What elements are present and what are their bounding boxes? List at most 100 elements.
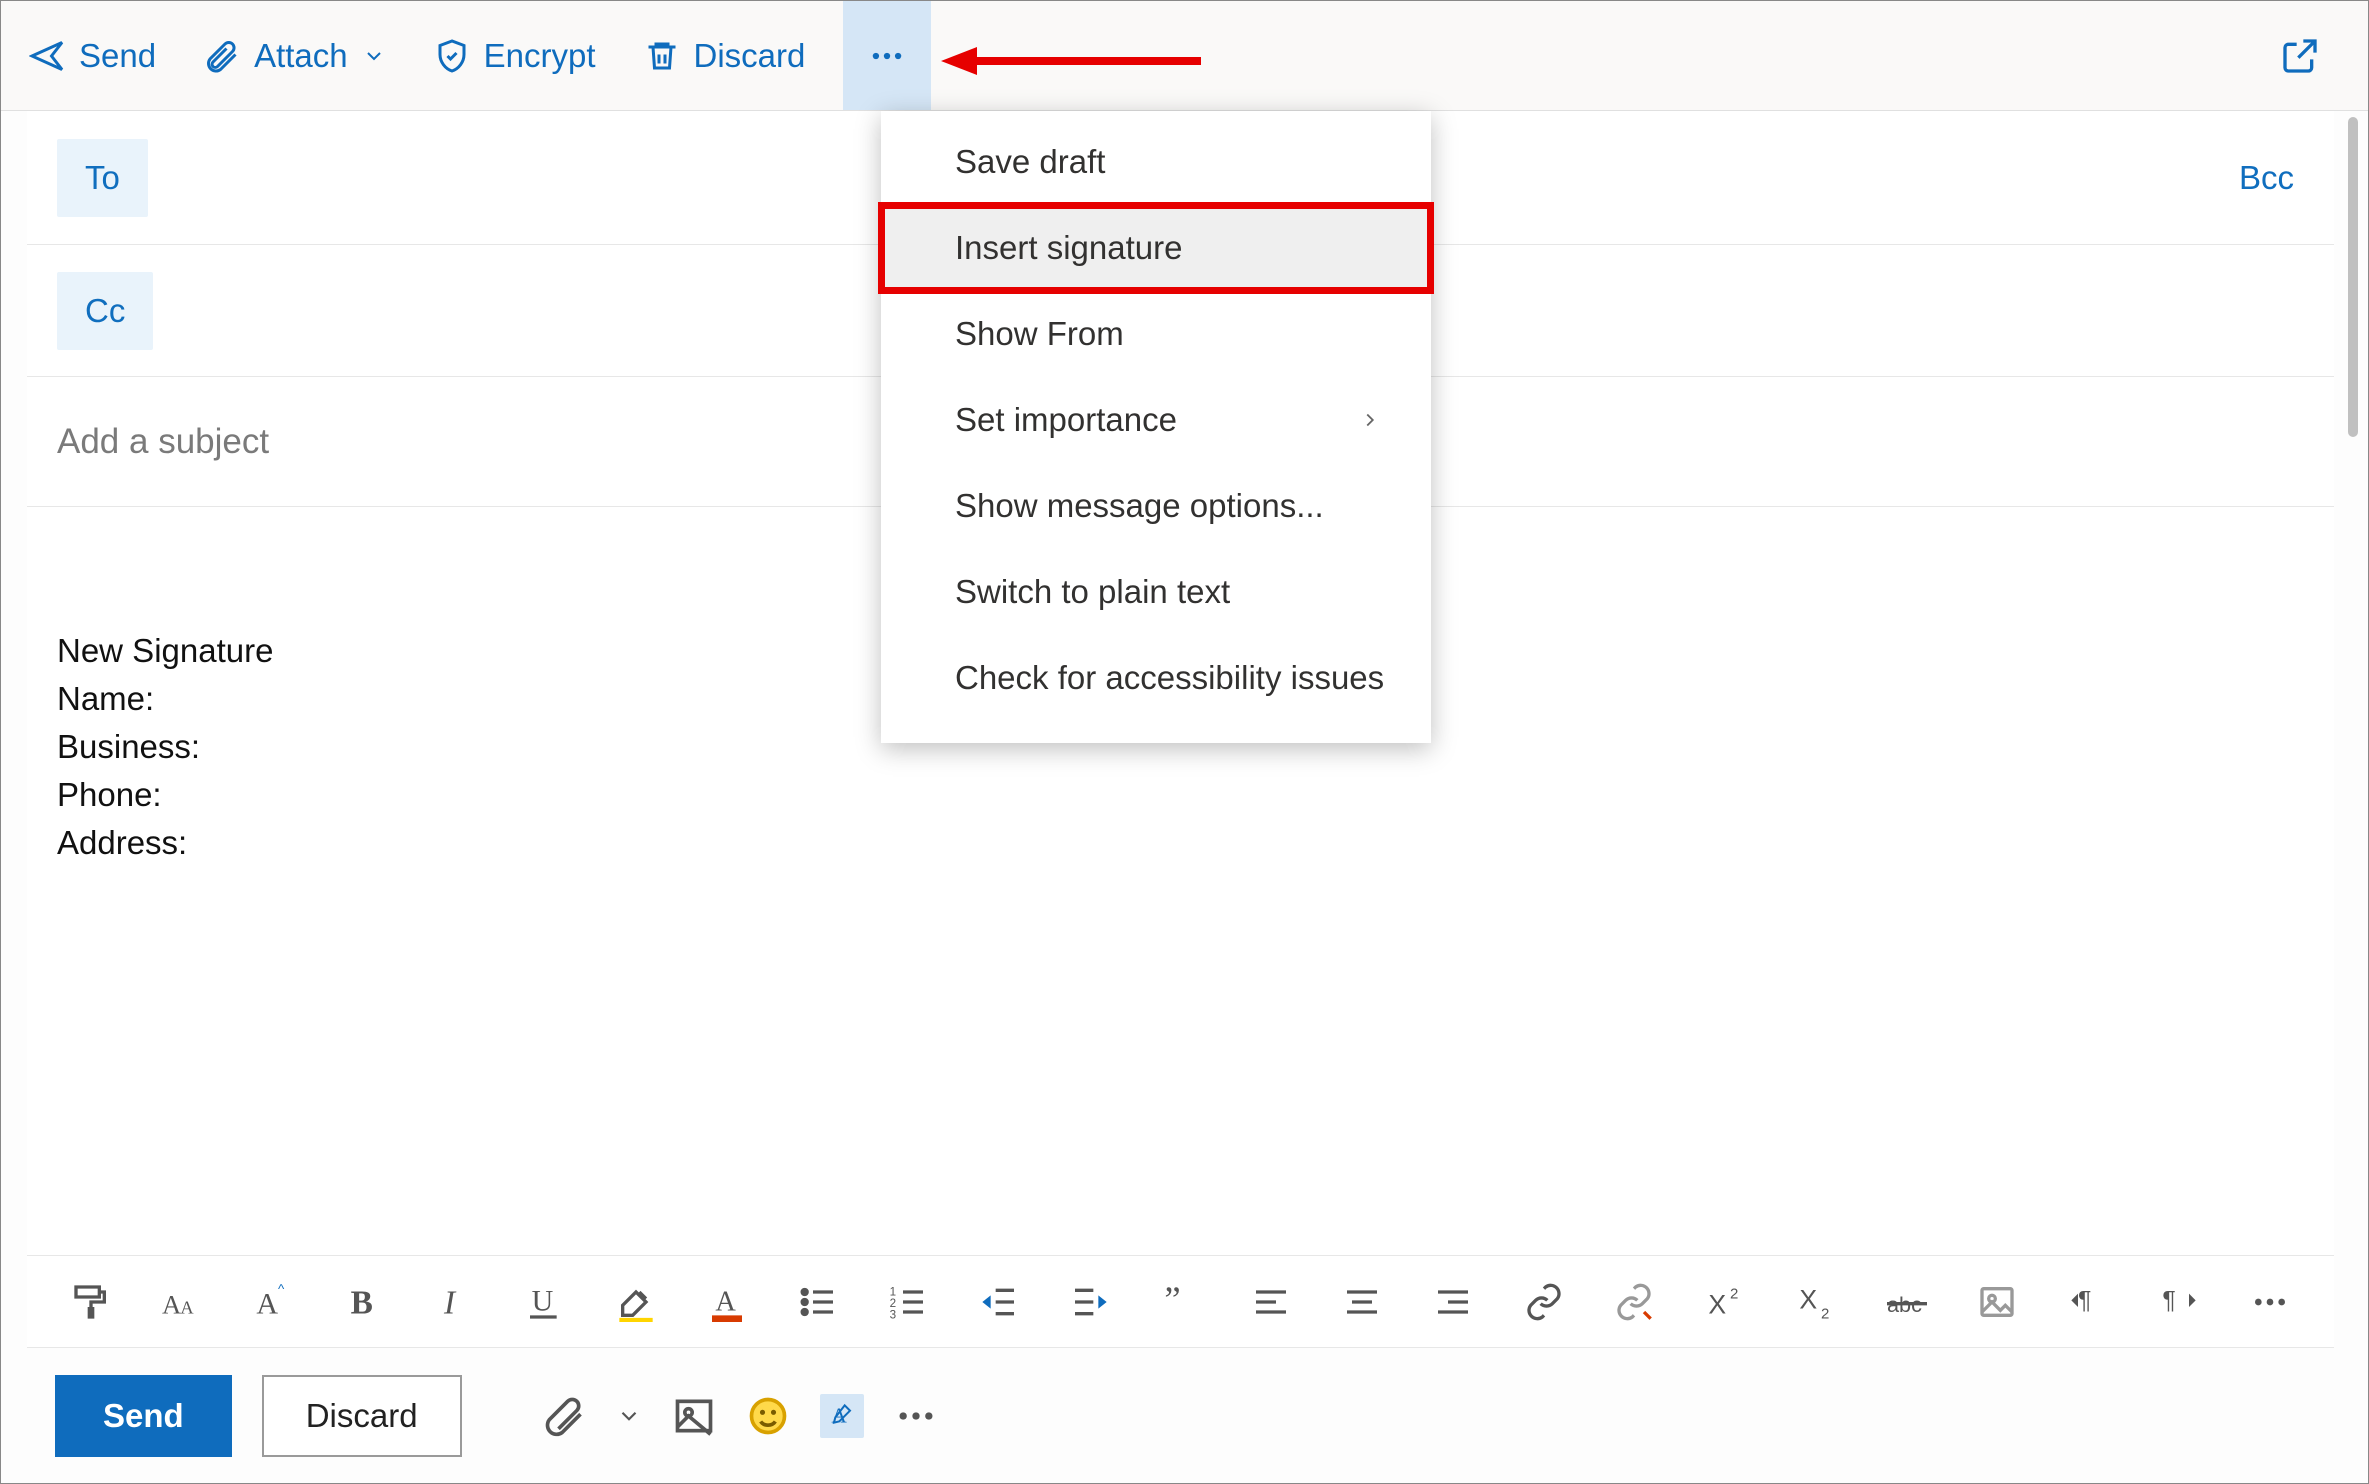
insert-image-button[interactable] [672, 1394, 716, 1438]
ltr-button[interactable]: ¶ [2068, 1279, 2109, 1325]
chevron-right-icon [1359, 409, 1381, 431]
menu-label: Check for accessibility issues [955, 659, 1384, 697]
align-center-button[interactable] [1342, 1279, 1383, 1325]
outdent-button[interactable] [979, 1279, 1020, 1325]
attach-button[interactable]: Attach [194, 1, 396, 110]
svg-text:”: ” [1164, 1282, 1180, 1320]
compose-window: Send Attach Encrypt Discard To Bc [0, 0, 2369, 1484]
toggle-format-bar-button[interactable]: A [820, 1394, 864, 1438]
ellipsis-icon [2250, 1282, 2290, 1322]
unlink-button[interactable] [1614, 1279, 1655, 1325]
svg-text:A: A [180, 1297, 194, 1317]
strikethrough-button[interactable]: abc [1886, 1279, 1927, 1325]
font-color-button[interactable]: A [706, 1279, 747, 1325]
svg-text:B: B [350, 1284, 372, 1321]
picture-icon [672, 1394, 716, 1438]
svg-text:U: U [532, 1284, 554, 1317]
indent-icon [1070, 1282, 1110, 1322]
italic-button[interactable]: I [434, 1279, 475, 1325]
bottom-more-button[interactable] [894, 1394, 938, 1438]
font-size-icon: A^ [253, 1282, 293, 1322]
superscript-icon: X2 [1705, 1282, 1745, 1322]
svg-text:2: 2 [1730, 1285, 1738, 1302]
indent-button[interactable] [1069, 1279, 1110, 1325]
italic-icon: I [434, 1282, 474, 1322]
underline-icon: U [525, 1282, 565, 1322]
strikethrough-icon: abc [1887, 1282, 1927, 1322]
font-icon: AA [162, 1282, 202, 1322]
svg-text:¶: ¶ [2078, 1286, 2091, 1314]
menu-show-options[interactable]: Show message options... [881, 463, 1431, 549]
bold-button[interactable]: B [343, 1279, 384, 1325]
menu-show-from[interactable]: Show From [881, 291, 1431, 377]
menu-insert-signature[interactable]: Insert signature [881, 205, 1431, 291]
unlink-icon [1614, 1282, 1654, 1322]
quote-button[interactable]: ” [1160, 1279, 1201, 1325]
menu-label: Switch to plain text [955, 573, 1230, 611]
attach-chevron-button[interactable] [616, 1394, 642, 1438]
shield-icon [434, 38, 470, 74]
rtl-button[interactable]: ¶ [2159, 1279, 2200, 1325]
ellipsis-icon [894, 1394, 938, 1438]
format-painter-button[interactable] [71, 1279, 112, 1325]
format-toggle-icon: A [826, 1400, 858, 1432]
discard-button-secondary[interactable]: Discard [262, 1375, 462, 1457]
popout-icon [2280, 36, 2320, 76]
font-size-button[interactable]: A^ [253, 1279, 294, 1325]
top-action-bar: Send Attach Encrypt Discard [1, 1, 2368, 111]
fmt-more-button[interactable] [2249, 1279, 2290, 1325]
menu-label: Save draft [955, 143, 1105, 181]
cc-chip[interactable]: Cc [57, 272, 153, 350]
bold-icon: B [344, 1282, 384, 1322]
insert-picture-button[interactable] [1977, 1279, 2018, 1325]
more-actions-menu: Save draft Insert signature Show From Se… [881, 111, 1431, 743]
align-left-icon [1251, 1282, 1291, 1322]
bullets-button[interactable] [797, 1279, 838, 1325]
encrypt-label: Encrypt [484, 37, 596, 75]
highlight-button[interactable] [616, 1279, 657, 1325]
bcc-link[interactable]: Bcc [2239, 159, 2304, 197]
popout-button[interactable] [2280, 36, 2320, 76]
send-label: Send [79, 37, 156, 75]
superscript-button[interactable]: X2 [1705, 1279, 1746, 1325]
align-right-button[interactable] [1432, 1279, 1473, 1325]
svg-text:A: A [162, 1289, 182, 1319]
menu-set-importance[interactable]: Set importance [881, 377, 1431, 463]
svg-text:A: A [256, 1287, 278, 1320]
menu-plain-text[interactable]: Switch to plain text [881, 549, 1431, 635]
discard-button[interactable]: Discard [634, 1, 816, 110]
to-chip[interactable]: To [57, 139, 148, 217]
encrypt-button[interactable]: Encrypt [424, 1, 606, 110]
ellipsis-icon [868, 37, 906, 75]
menu-save-draft[interactable]: Save draft [881, 119, 1431, 205]
send-button[interactable]: Send [19, 1, 166, 110]
more-actions-button[interactable] [843, 1, 931, 110]
menu-check-a11y[interactable]: Check for accessibility issues [881, 635, 1431, 721]
quote-icon: ” [1161, 1282, 1201, 1322]
svg-text:X: X [1708, 1289, 1726, 1319]
scrollbar[interactable] [2344, 117, 2362, 1475]
font-button[interactable]: AA [162, 1279, 203, 1325]
scrollbar-thumb[interactable] [2348, 117, 2358, 437]
svg-text:2: 2 [1821, 1305, 1829, 1321]
attach-inline-button[interactable] [542, 1394, 586, 1438]
link-button[interactable] [1523, 1279, 1564, 1325]
svg-text:3: 3 [890, 1308, 896, 1321]
menu-label: Set importance [955, 401, 1177, 439]
numbering-button[interactable]: 123 [888, 1279, 929, 1325]
trash-icon [644, 38, 680, 74]
svg-text:A: A [715, 1286, 736, 1317]
font-color-icon: A [707, 1282, 747, 1322]
svg-text:¶: ¶ [2162, 1286, 2175, 1314]
underline-button[interactable]: U [525, 1279, 566, 1325]
ltr-icon: ¶ [2068, 1282, 2108, 1322]
bullets-icon [798, 1282, 838, 1322]
align-left-button[interactable] [1251, 1279, 1292, 1325]
emoji-button[interactable] [746, 1394, 790, 1438]
editor-line: Phone: [57, 771, 2304, 819]
subscript-button[interactable]: X2 [1796, 1279, 1837, 1325]
bottom-send-bar: Send Discard A [27, 1347, 2334, 1483]
link-icon [1524, 1282, 1564, 1322]
send-button-primary[interactable]: Send [55, 1375, 232, 1457]
svg-text:I: I [443, 1284, 457, 1321]
